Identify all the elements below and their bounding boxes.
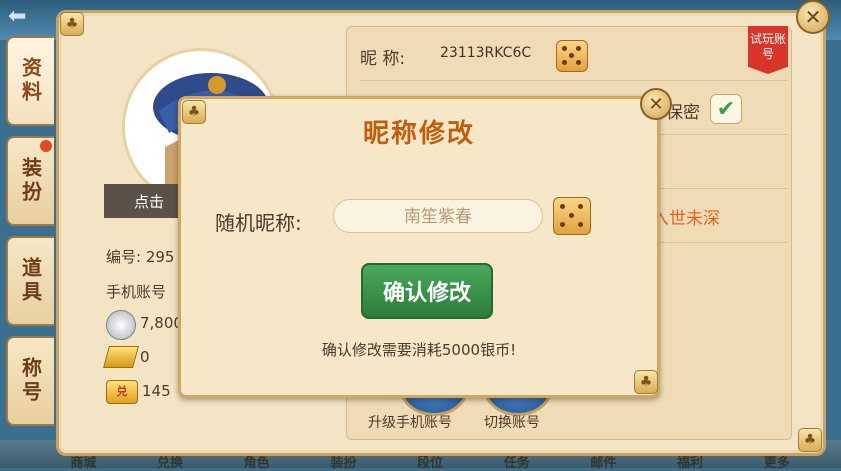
cost-note: 确认修改需要消耗5000银币! [321, 341, 517, 359]
random-name-label: 随机昵称: [215, 211, 302, 235]
confirm-rename-button[interactable]: 确认修改 [361, 263, 493, 319]
club-corner-icon: ♣ [182, 100, 206, 124]
close-dialog-button[interactable]: ✕ [640, 88, 672, 120]
dialog-title: 昵称修改 [362, 119, 475, 149]
modal-overlay: 昵称修改 随机昵称: 南笙紫春 确认修改 确认修改需要消耗5000银币! ♣ ♣… [0, 0, 841, 468]
nickname-input[interactable]: 南笙紫春 [333, 199, 543, 233]
random-dice-icon[interactable] [553, 197, 591, 235]
club-corner-icon: ♣ [634, 370, 658, 394]
rename-dialog: 昵称修改 随机昵称: 南笙紫春 确认修改 确认修改需要消耗5000银币! [178, 96, 660, 398]
